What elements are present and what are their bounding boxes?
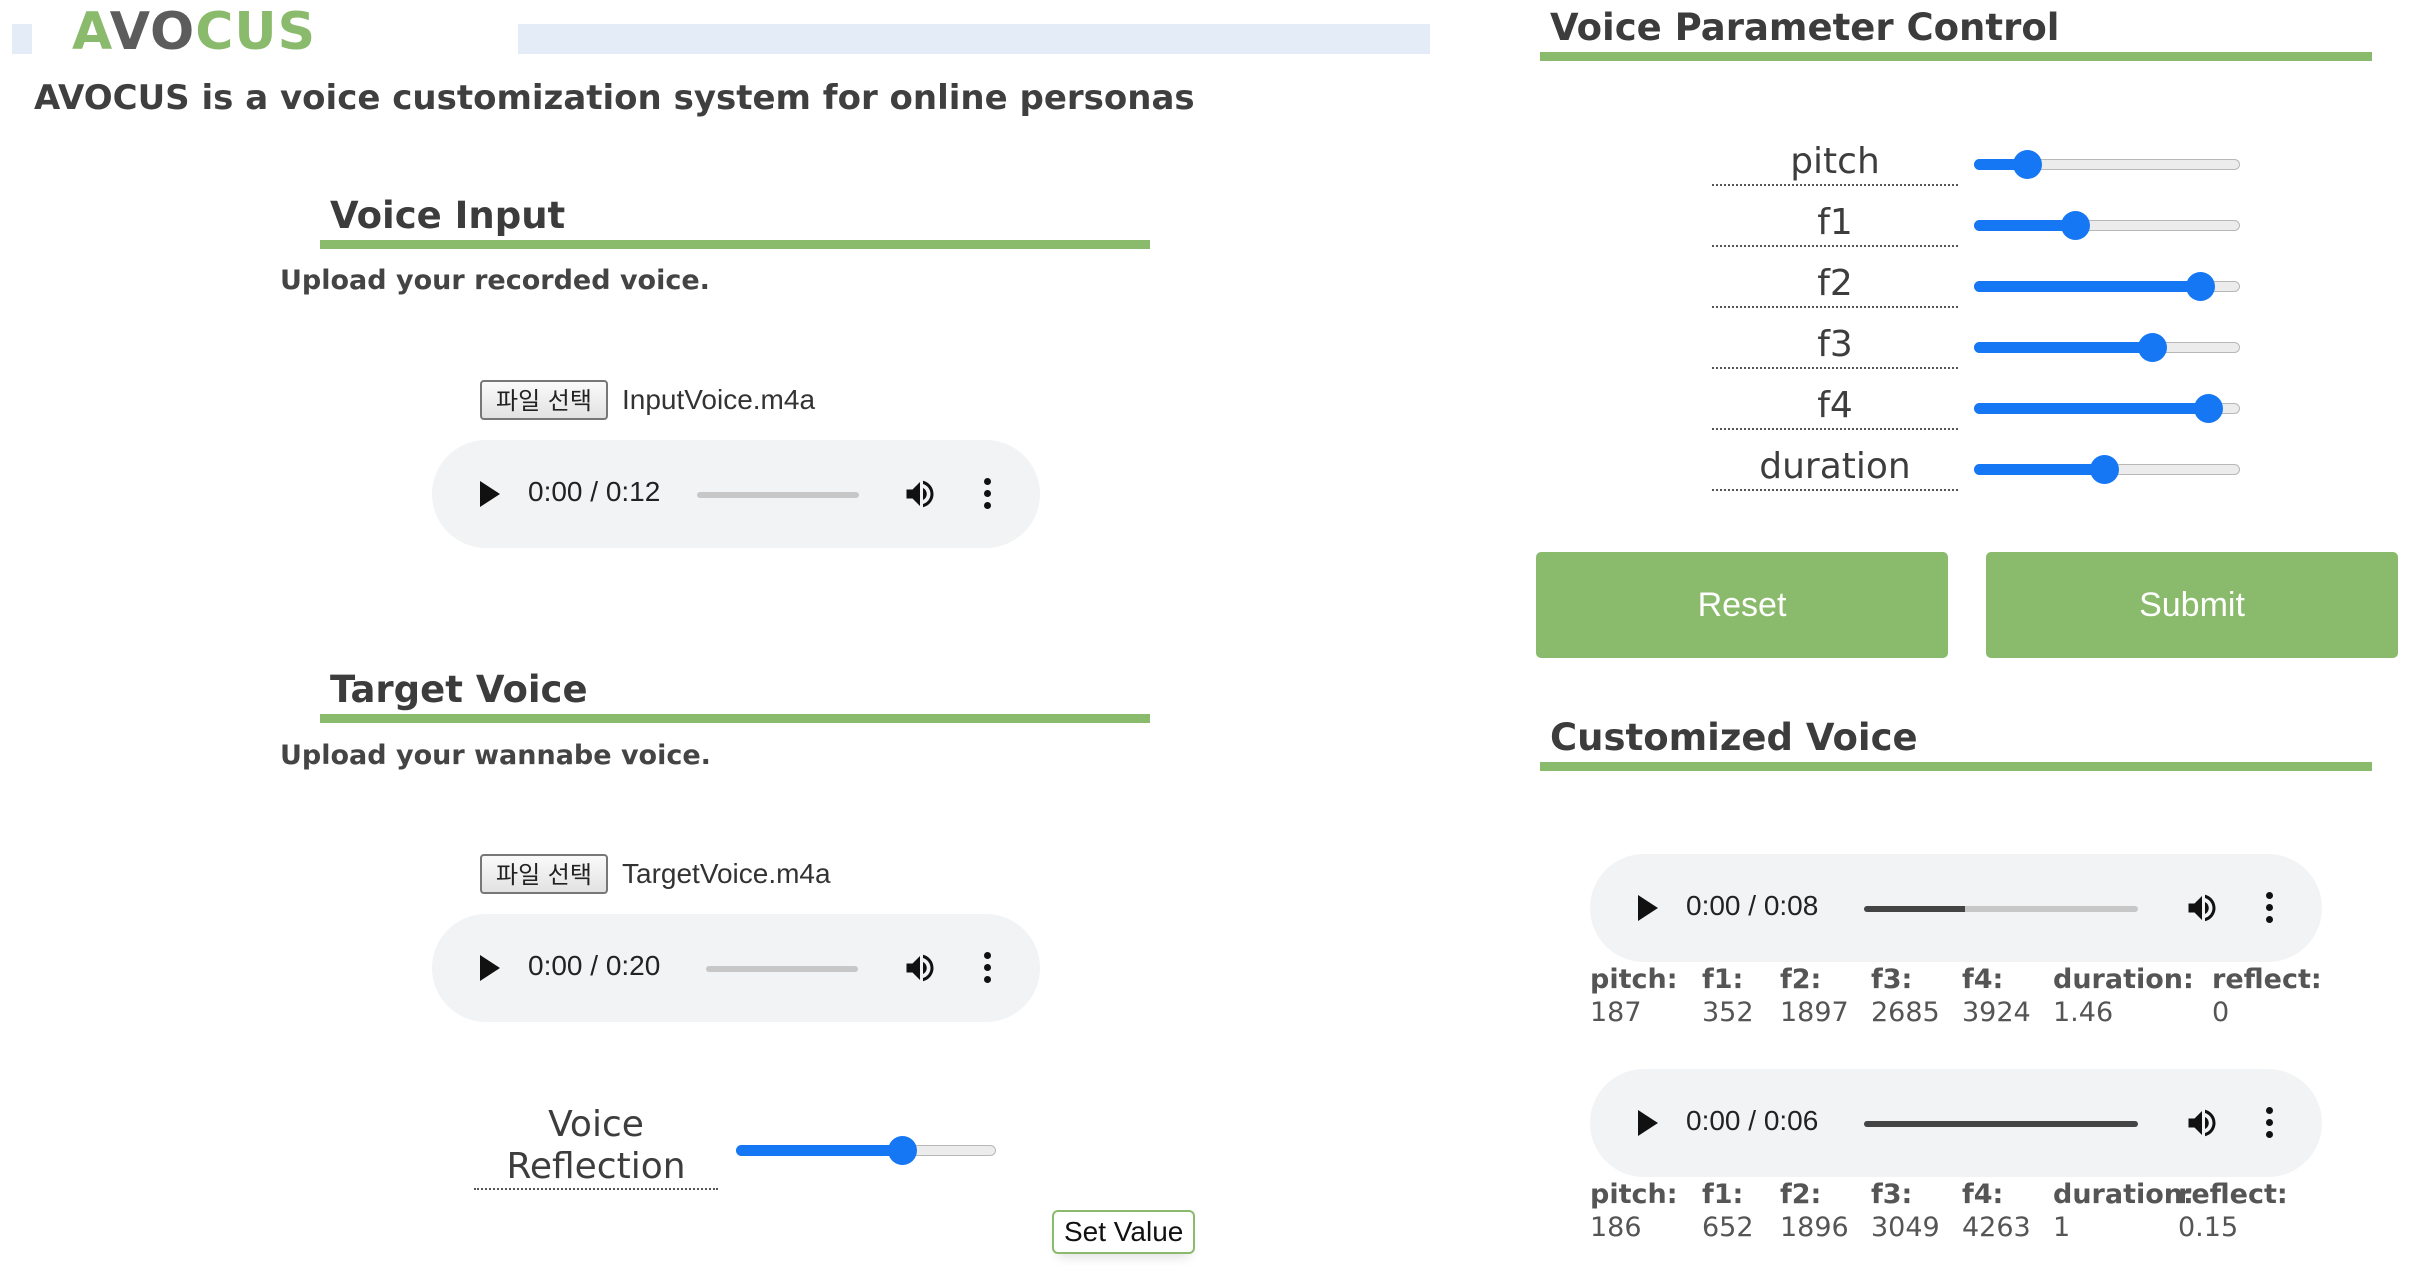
seek-bar[interactable] [706, 966, 858, 972]
player-time: 0:00 / 0:06 [1686, 1105, 1819, 1136]
result-2-reflect: reflect: 0.15 [2178, 1179, 2288, 1243]
target-voice-rule [320, 714, 1150, 723]
f1-label: f1 [1712, 199, 1958, 247]
more-options-icon[interactable] [2266, 892, 2274, 926]
f3-label: f3 [1712, 321, 1958, 369]
result-2-f2: f2: 1896 [1780, 1179, 1849, 1243]
result-2-duration: duration: 1 [2053, 1179, 2194, 1243]
target-voice-file-name: TargetVoice.m4a [622, 858, 831, 889]
set-value-button[interactable]: Set Value [1052, 1210, 1196, 1254]
customized-voice-player-1: 0:00 / 0:08 [1590, 854, 2322, 962]
f4-label: f4 [1712, 382, 1958, 430]
player-time: 0:00 / 0:20 [528, 950, 661, 981]
f2-slider[interactable] [1974, 268, 2240, 304]
player-time: 0:00 / 0:12 [528, 476, 661, 507]
result-1-reflect: reflect: 0 [2212, 964, 2322, 1028]
submit-button[interactable]: Submit [1986, 552, 2398, 658]
voice-input-player: 0:00 / 0:12 [432, 440, 1040, 548]
f4-slider[interactable] [1974, 390, 2240, 426]
play-icon[interactable] [1638, 895, 1658, 921]
voice-input-title: Voice Input [330, 194, 566, 237]
customized-voice-rule [1540, 762, 2372, 771]
parameter-control-title: Voice Parameter Control [1550, 6, 2060, 49]
play-icon[interactable] [1638, 1110, 1658, 1136]
f2-label: f2 [1712, 260, 1958, 308]
target-voice-player: 0:00 / 0:20 [432, 914, 1040, 1022]
customized-voice-title: Customized Voice [1550, 716, 1918, 759]
more-options-icon[interactable] [984, 952, 992, 986]
player-time: 0:00 / 0:08 [1686, 890, 1819, 921]
result-1-f2: f2: 1897 [1780, 964, 1849, 1028]
volume-icon[interactable] [2184, 890, 2220, 926]
result-1-pitch: pitch: 187 [1590, 964, 1678, 1028]
voice-input-rule [320, 240, 1150, 249]
result-2-f3: f3: 3049 [1871, 1179, 1940, 1243]
result-1-duration: duration: 1.46 [2053, 964, 2194, 1028]
target-voice-title: Target Voice [330, 668, 588, 711]
tagline: AVOCUS is a voice customization system f… [34, 78, 1195, 118]
target-voice-file-button[interactable]: 파일 선택 [480, 854, 608, 894]
result-2-pitch: pitch: 186 [1590, 1179, 1678, 1243]
result-2-f4: f4: 4263 [1962, 1179, 2031, 1243]
result-1-f3: f3: 2685 [1871, 964, 1940, 1028]
logo-mark [12, 24, 32, 54]
parameter-control-rule [1540, 52, 2372, 61]
voice-reflection-label: Voice Reflection [474, 1104, 718, 1190]
f1-slider[interactable] [1974, 207, 2240, 243]
seek-bar[interactable] [1864, 1121, 2138, 1127]
result-1-f1: f1: 352 [1702, 964, 1754, 1028]
volume-icon[interactable] [902, 476, 938, 512]
volume-icon[interactable] [2184, 1105, 2220, 1141]
app-logo: AVOCUS [72, 2, 317, 62]
seek-bar[interactable] [1864, 906, 2138, 912]
target-voice-description: Upload your wannabe voice. [280, 740, 711, 771]
duration-label: duration [1712, 443, 1958, 491]
customized-voice-player-2: 0:00 / 0:06 [1590, 1069, 2322, 1177]
more-options-icon[interactable] [2266, 1107, 2274, 1141]
f3-slider[interactable] [1974, 329, 2240, 365]
header-bar [518, 24, 1430, 54]
volume-icon[interactable] [902, 950, 938, 986]
voice-input-file-name: InputVoice.m4a [622, 384, 816, 415]
reset-button[interactable]: Reset [1536, 552, 1948, 658]
pitch-label: pitch [1712, 138, 1958, 186]
more-options-icon[interactable] [984, 478, 992, 512]
result-2-f1: f1: 652 [1702, 1179, 1754, 1243]
voice-input-file-button[interactable]: 파일 선택 [480, 380, 608, 420]
voice-input-description: Upload your recorded voice. [280, 265, 710, 296]
play-icon[interactable] [480, 955, 500, 981]
result-1-f4: f4: 3924 [1962, 964, 2031, 1028]
play-icon[interactable] [480, 481, 500, 507]
pitch-slider[interactable] [1974, 146, 2240, 182]
voice-reflection-slider[interactable] [736, 1132, 996, 1168]
duration-slider[interactable] [1974, 451, 2240, 487]
seek-bar[interactable] [697, 492, 859, 498]
